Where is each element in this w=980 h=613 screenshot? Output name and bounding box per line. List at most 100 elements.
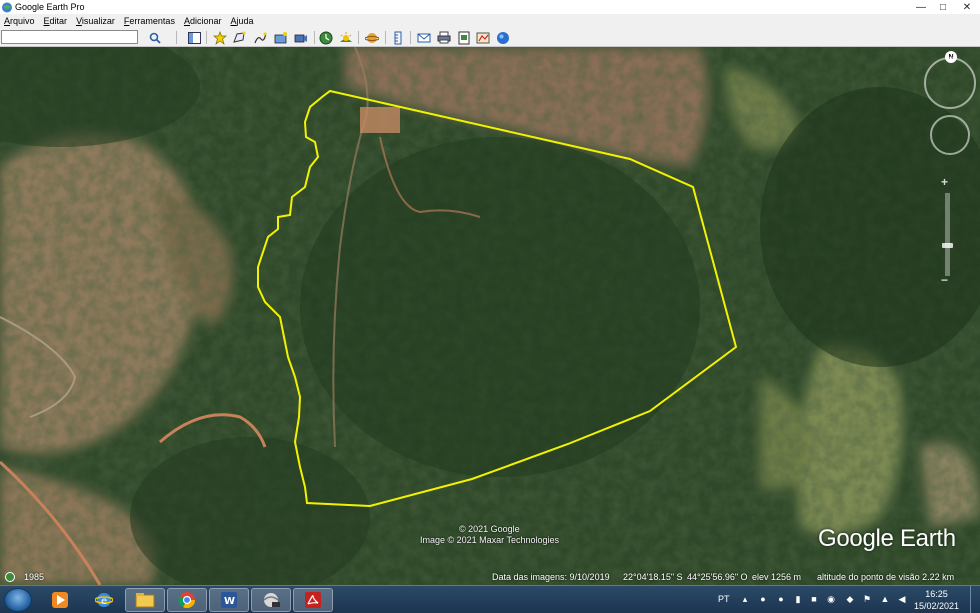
google-earth-app-icon xyxy=(2,2,12,12)
taskbar-file-explorer[interactable] xyxy=(125,588,165,612)
record-tour-button[interactable] xyxy=(292,29,310,46)
map-view[interactable]: © 2021 Google Image © 2021 Maxar Technol… xyxy=(0,47,980,585)
menu-visualizar[interactable]: Visualizar xyxy=(76,16,115,26)
sidebar-icon xyxy=(187,31,201,44)
latitude-readout: 22°04'18.15" S xyxy=(623,572,683,582)
taskbar-word[interactable]: W xyxy=(209,588,249,612)
map-copyright-imagery: Image © 2021 Maxar Technologies xyxy=(420,535,560,545)
tray-network-icon[interactable]: ▮ xyxy=(793,594,803,604)
show-desktop-button[interactable] xyxy=(970,586,980,613)
path-icon xyxy=(254,32,267,43)
search-button[interactable] xyxy=(146,29,164,46)
system-clock[interactable]: 16:25 15/02/2021 xyxy=(914,588,959,612)
sign-in-button[interactable] xyxy=(494,29,512,46)
toolbar-separator xyxy=(358,31,359,44)
menu-adicionar[interactable]: Adicionar xyxy=(184,16,222,26)
email-button[interactable] xyxy=(415,29,433,46)
maximize-button[interactable]: □ xyxy=(932,0,954,14)
tray-volume-icon[interactable]: ◀ xyxy=(897,594,907,604)
satellite-imagery xyxy=(0,47,980,585)
historical-imagery-icon xyxy=(319,31,333,44)
zoom-out-button[interactable]: − xyxy=(941,273,948,287)
historical-year: 1985 xyxy=(24,572,45,582)
add-placemark-button[interactable] xyxy=(211,29,229,46)
imagery-date: Data das imagens: 9/10/2019 xyxy=(492,572,610,582)
google-earth-pro-icon xyxy=(263,593,280,607)
menu-bar: Arquivo Editar Visualizar Ferramentas Ad… xyxy=(0,14,980,28)
taskbar-chrome[interactable] xyxy=(167,588,207,612)
add-polygon-button[interactable] xyxy=(230,29,248,46)
sunlight-button[interactable] xyxy=(337,29,355,46)
tray-app-icon[interactable]: ◉ xyxy=(826,594,836,604)
image-overlay-button[interactable] xyxy=(272,29,290,46)
chrome-icon xyxy=(178,592,196,609)
menu-ajuda[interactable]: Ajuda xyxy=(231,16,254,26)
historical-imagery-button[interactable] xyxy=(317,29,335,46)
tray-flag-icon[interactable]: ⚑ xyxy=(862,594,872,604)
image-overlay-icon xyxy=(274,31,287,43)
toolbar xyxy=(0,28,980,47)
polygon-icon xyxy=(233,31,246,43)
sunlight-icon xyxy=(340,31,352,42)
toolbar-separator xyxy=(206,31,207,44)
start-button[interactable] xyxy=(4,588,32,612)
internet-explorer-icon: e xyxy=(95,593,113,607)
windows-taskbar: e W PT ▴ ● ● ▮ ■ ◉ ◆ ⚑ ▲ ◀ 16:25 15/02/2… xyxy=(0,585,980,613)
taskbar-media-player[interactable] xyxy=(40,588,80,612)
add-path-button[interactable] xyxy=(251,29,269,46)
clock-date: 15/02/2021 xyxy=(913,601,959,611)
eye-altitude-readout: altitude do ponto de visão 2.22 km xyxy=(817,572,955,582)
longitude-readout: 44°25'56.96" O xyxy=(687,572,748,582)
record-tour-icon xyxy=(294,34,307,42)
minimize-button[interactable]: — xyxy=(910,0,932,14)
file-explorer-icon xyxy=(135,593,155,608)
elevation-readout: elev 1256 m xyxy=(752,572,802,582)
tray-arrow-icon[interactable]: ▴ xyxy=(740,594,750,604)
taskbar-google-earth-pro[interactable] xyxy=(251,588,291,612)
sign-in-icon xyxy=(497,31,509,44)
svg-text:e: e xyxy=(101,596,107,607)
taskbar-acrobat[interactable] xyxy=(293,588,333,612)
svg-text:W: W xyxy=(224,596,235,607)
menu-editar[interactable]: Editar xyxy=(44,16,68,26)
map-copyright-google: © 2021 Google xyxy=(459,524,520,534)
menu-arquivo[interactable]: Arquivo xyxy=(4,16,35,26)
ruler-button[interactable] xyxy=(389,29,407,46)
toolbar-separator xyxy=(385,31,386,44)
planet-icon xyxy=(365,32,379,43)
taskbar-internet-explorer[interactable]: e xyxy=(84,588,124,612)
toolbar-separator xyxy=(410,31,411,44)
save-image-icon xyxy=(458,31,470,44)
placemark-icon xyxy=(213,30,227,45)
tray-app-icon[interactable]: ◆ xyxy=(845,594,855,604)
print-button[interactable] xyxy=(435,29,453,46)
zoom-in-button[interactable]: + xyxy=(941,175,948,189)
input-language[interactable]: PT xyxy=(718,594,730,604)
clock-time: 16:25 xyxy=(925,589,948,599)
tray-app-icon[interactable]: ● xyxy=(758,594,768,604)
media-player-icon xyxy=(52,592,68,608)
tray-app-icon[interactable]: ■ xyxy=(809,594,819,604)
view-maps-icon xyxy=(476,32,490,43)
zoom-slider[interactable] xyxy=(945,193,950,276)
window-title: Google Earth Pro xyxy=(15,2,85,12)
search-input[interactable] xyxy=(1,30,138,44)
title-bar: Google Earth Pro — □ ✕ xyxy=(0,0,980,14)
look-joystick[interactable] xyxy=(924,57,976,109)
save-image-button[interactable] xyxy=(455,29,473,46)
ruler-icon xyxy=(394,31,402,44)
toolbar-separator xyxy=(314,31,315,44)
search-icon xyxy=(149,32,161,44)
close-button[interactable]: ✕ xyxy=(954,0,980,14)
toolbar-separator xyxy=(176,31,177,44)
switch-planet-button[interactable] xyxy=(363,29,381,46)
word-icon: W xyxy=(221,592,237,608)
view-in-maps-button[interactable] xyxy=(474,29,492,46)
historical-imagery-clock-icon[interactable] xyxy=(5,572,15,582)
tray-app-icon[interactable]: ● xyxy=(776,594,786,604)
menu-ferramentas[interactable]: Ferramentas xyxy=(124,16,175,26)
zoom-slider-thumb[interactable] xyxy=(942,243,953,248)
move-joystick[interactable] xyxy=(930,115,970,155)
sidebar-toggle-button[interactable] xyxy=(185,29,203,46)
tray-app-icon[interactable]: ▲ xyxy=(880,594,890,604)
